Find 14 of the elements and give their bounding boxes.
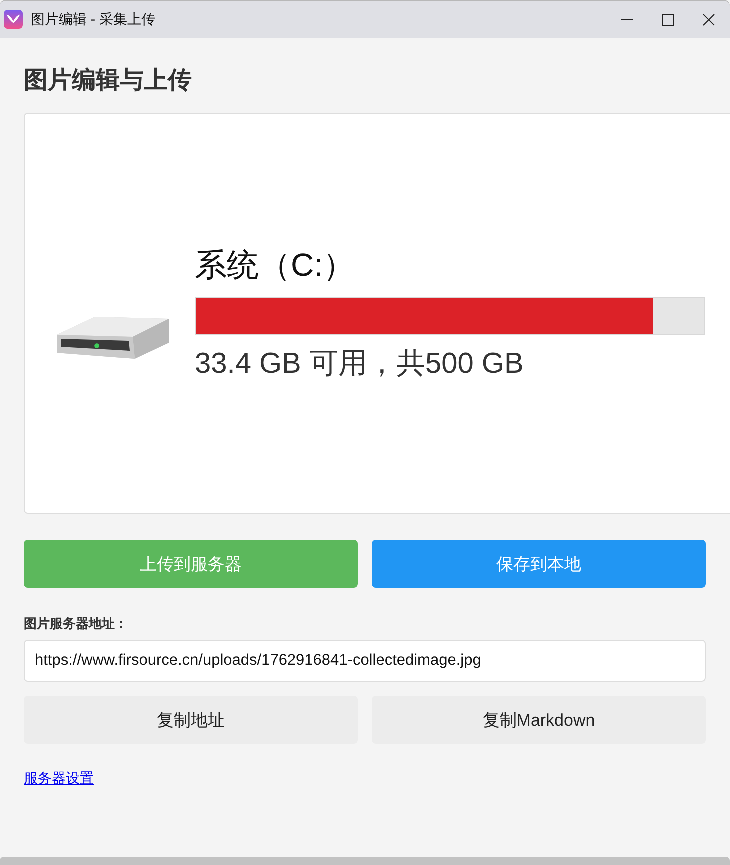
copy-button[interactable]: 复制Markdown xyxy=(372,696,706,744)
copy-button[interactable]: 复制地址 xyxy=(24,696,358,744)
page-heading: 图片编辑与上传 xyxy=(24,66,192,96)
window-title: 图片编辑 - 采集上传 xyxy=(31,10,156,28)
horizontal-scrollbar[interactable] xyxy=(0,857,730,865)
settings-link[interactable]: 服务器设置 xyxy=(24,770,94,788)
maximize-icon xyxy=(662,14,674,26)
url-field[interactable]: https://www.firsource.cn/uploads/1762916841-collectedimage.jpg xyxy=(24,640,706,682)
minimize-icon xyxy=(621,19,633,20)
app-icon xyxy=(4,10,23,29)
close-icon xyxy=(703,14,715,26)
free-space-text: 33.4 GB 可用，共500 GB xyxy=(195,346,524,382)
field-label: 图片服务器地址： xyxy=(24,616,128,632)
drive-name: 系统（C:） xyxy=(195,246,355,284)
